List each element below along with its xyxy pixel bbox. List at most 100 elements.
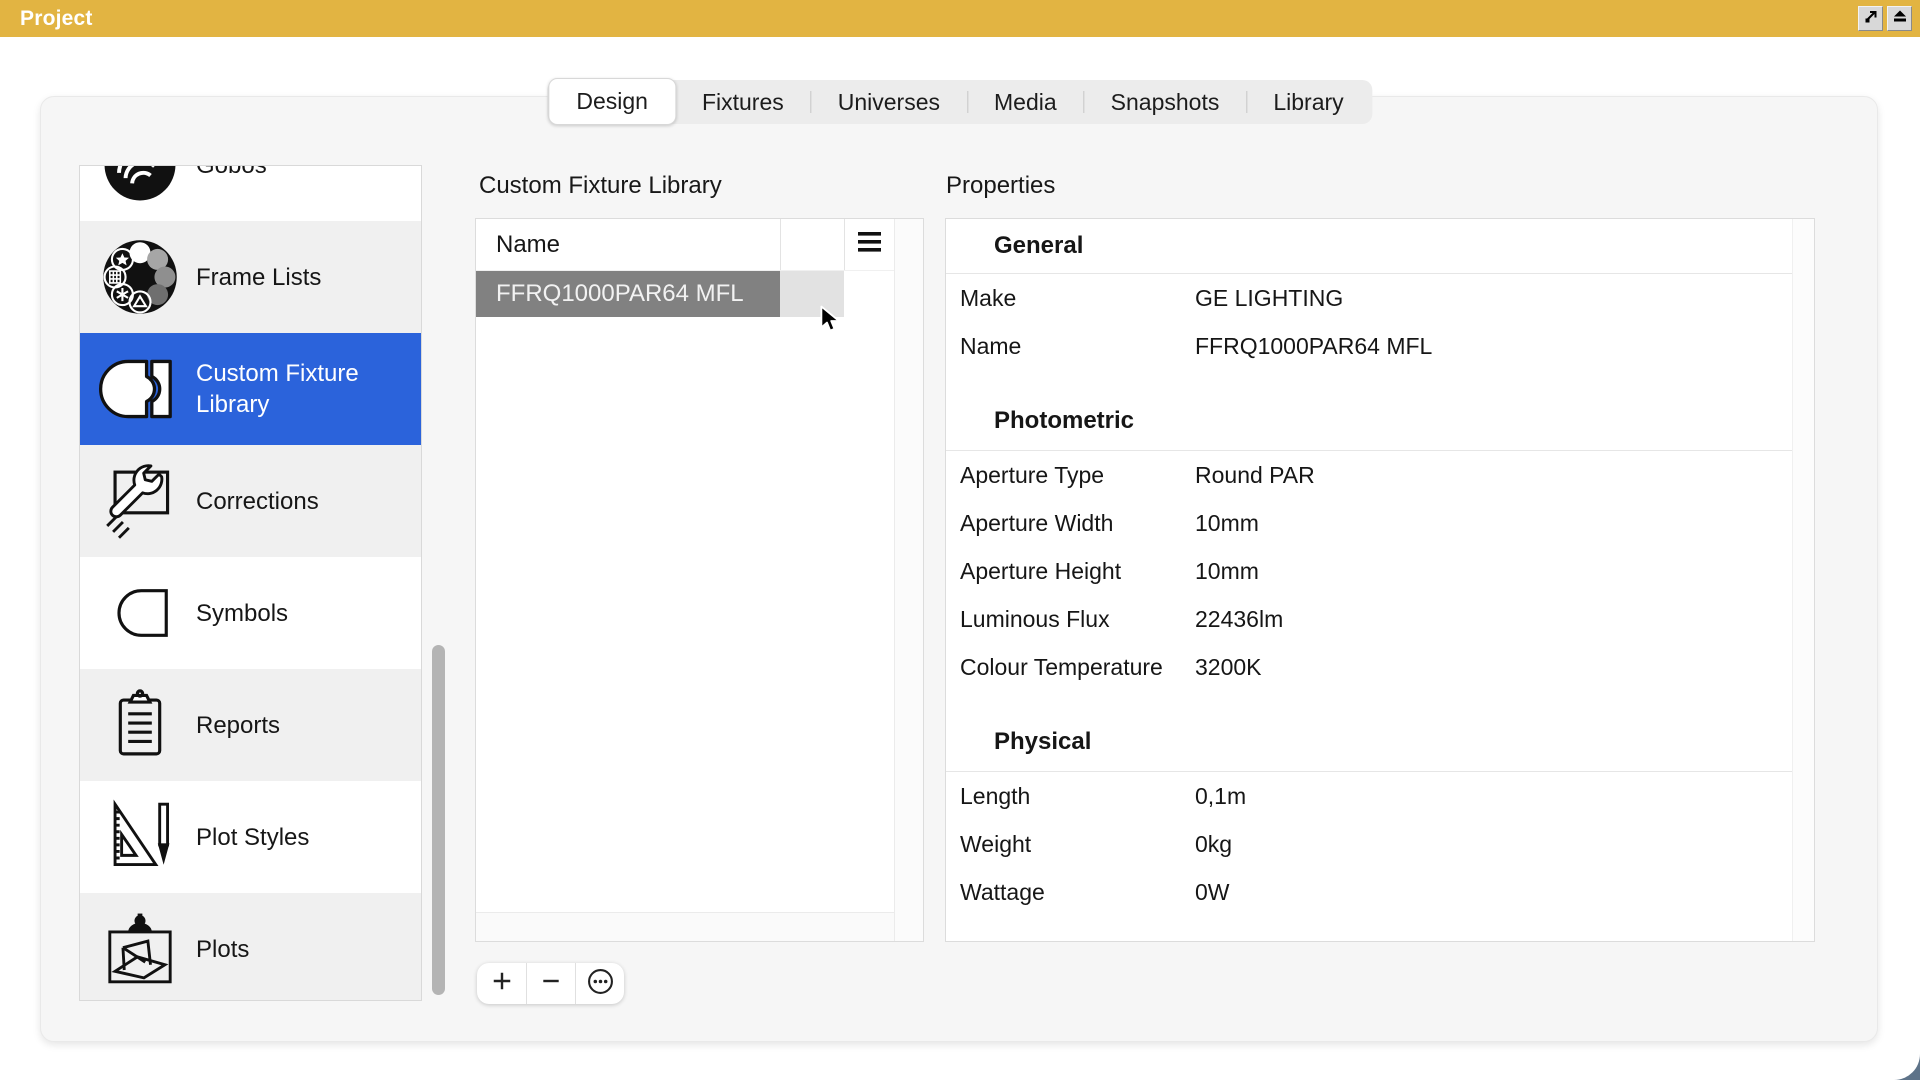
table-body: FFRQ1000PAR64 MFL bbox=[476, 271, 923, 317]
tab-snapshots[interactable]: Snapshots bbox=[1084, 80, 1247, 124]
library-title: Custom Fixture Library bbox=[479, 172, 722, 200]
frame-wheel-icon bbox=[98, 235, 182, 319]
tab-fixtures[interactable]: Fixtures bbox=[675, 80, 811, 124]
property-label: Name bbox=[960, 333, 1195, 360]
sidebar-item-label: Gobos bbox=[196, 165, 267, 181]
property-row: Colour Temperature 3200K bbox=[946, 643, 1792, 691]
stage-plot-icon bbox=[98, 907, 182, 991]
sidebar-scrollbar-thumb[interactable] bbox=[432, 645, 445, 995]
tab-universes[interactable]: Universes bbox=[811, 80, 967, 124]
section-general: General Make GE LIGHTING Name FFRQ1000PA… bbox=[946, 219, 1792, 370]
property-value: Round PAR bbox=[1195, 462, 1792, 489]
tab-label: Universes bbox=[838, 89, 940, 115]
property-value: FFRQ1000PAR64 MFL bbox=[1195, 333, 1792, 360]
library-toolbar bbox=[477, 963, 624, 1004]
tab-label: Snapshots bbox=[1111, 89, 1220, 115]
table-hscrollbar-track[interactable] bbox=[476, 912, 894, 941]
property-value: GE LIGHTING bbox=[1195, 285, 1792, 312]
property-label: Make bbox=[960, 285, 1195, 312]
table-row[interactable]: FFRQ1000PAR64 MFL bbox=[476, 271, 923, 317]
table-menu-button[interactable] bbox=[844, 219, 894, 270]
property-value: 0W bbox=[1195, 879, 1792, 906]
table-cell-menu bbox=[844, 271, 894, 317]
section-photometric: Photometric Aperture Type Round PAR Aper… bbox=[946, 406, 1792, 691]
property-label: Aperture Type bbox=[960, 462, 1195, 489]
gobo-wheel-icon bbox=[98, 165, 182, 207]
section-title: General bbox=[946, 219, 1792, 274]
sidebar-item-corrections[interactable]: Corrections bbox=[80, 445, 421, 557]
wrench-icon bbox=[98, 459, 182, 543]
section-physical: Physical Length 0,1m Weight 0kg Wattage … bbox=[946, 727, 1792, 916]
property-row: Aperture Width 10mm bbox=[946, 499, 1792, 547]
property-row: Aperture Height 10mm bbox=[946, 547, 1792, 595]
hamburger-icon bbox=[858, 231, 881, 258]
add-button[interactable] bbox=[477, 963, 526, 1004]
tab-label: Library bbox=[1273, 89, 1343, 115]
property-value: 10mm bbox=[1195, 558, 1792, 585]
sidebar-item-symbols[interactable]: Symbols bbox=[80, 557, 421, 669]
ellipsis-circle-icon bbox=[587, 968, 614, 1000]
properties-title: Properties bbox=[946, 172, 1055, 200]
properties-panel: General Make GE LIGHTING Name FFRQ1000PA… bbox=[945, 218, 1815, 942]
sidebar: Gobos Frame Lists Custom Fixture Library bbox=[79, 165, 422, 1001]
section-title: Physical bbox=[946, 727, 1792, 772]
custom-fixture-icon bbox=[98, 347, 182, 431]
window-title: Project bbox=[20, 7, 93, 31]
sidebar-item-reports[interactable]: Reports bbox=[80, 669, 421, 781]
tab-label: Fixtures bbox=[702, 89, 784, 115]
sidebar-item-frame-lists[interactable]: Frame Lists bbox=[80, 221, 421, 333]
property-row: Length 0,1m bbox=[946, 772, 1792, 820]
more-button[interactable] bbox=[575, 963, 624, 1004]
property-row: Aperture Type Round PAR bbox=[946, 451, 1792, 499]
property-label: Colour Temperature bbox=[960, 654, 1195, 681]
property-value: 0,1m bbox=[1195, 783, 1792, 810]
minus-icon bbox=[540, 970, 562, 997]
fixture-table: Name FFRQ1000PAR64 MFL bbox=[475, 218, 924, 942]
sidebar-item-plots[interactable]: Plots bbox=[80, 893, 421, 1001]
table-scrollbar-track[interactable] bbox=[894, 219, 923, 941]
sidebar-item-label: Plots bbox=[196, 934, 249, 965]
sidebar-item-custom-fixture-library[interactable]: Custom Fixture Library bbox=[80, 333, 421, 445]
app-window: Project bbox=[0, 0, 1920, 1080]
setsquare-pen-icon bbox=[98, 795, 182, 879]
remove-button[interactable] bbox=[526, 963, 575, 1004]
maximize-button[interactable] bbox=[1858, 6, 1883, 31]
par-symbol-icon bbox=[98, 571, 182, 655]
property-label: Aperture Height bbox=[960, 558, 1195, 585]
tab-library[interactable]: Library bbox=[1246, 80, 1370, 124]
property-label: Weight bbox=[960, 831, 1195, 858]
plus-icon bbox=[491, 970, 513, 997]
eject-icon bbox=[1892, 8, 1908, 29]
sidebar-item-gobos[interactable]: Gobos bbox=[80, 165, 421, 221]
sidebar-item-label: Corrections bbox=[196, 486, 319, 517]
maximize-icon bbox=[1863, 8, 1879, 29]
property-value: 22436lm bbox=[1195, 606, 1792, 633]
property-row: Make GE LIGHTING bbox=[946, 274, 1792, 322]
table-header: Name bbox=[476, 219, 923, 271]
tab-media[interactable]: Media bbox=[967, 80, 1084, 124]
column-header-spare bbox=[780, 219, 844, 270]
property-row: Luminous Flux 22436lm bbox=[946, 595, 1792, 643]
clipboard-icon bbox=[98, 683, 182, 767]
sidebar-item-label: Custom Fixture Library bbox=[196, 358, 392, 420]
property-label: Length bbox=[960, 783, 1195, 810]
properties-scrollbar-track[interactable] bbox=[1792, 219, 1814, 941]
window-controls bbox=[1858, 6, 1912, 31]
table-cell-spare bbox=[780, 271, 844, 317]
property-label: Wattage bbox=[960, 879, 1195, 906]
table-cell-name: FFRQ1000PAR64 MFL bbox=[476, 271, 780, 317]
tab-label: Design bbox=[576, 88, 648, 114]
property-value: 10mm bbox=[1195, 510, 1792, 537]
sidebar-item-label: Symbols bbox=[196, 598, 288, 629]
property-label: Aperture Width bbox=[960, 510, 1195, 537]
main-panel: Gobos Frame Lists Custom Fixture Library bbox=[40, 96, 1878, 1042]
tab-design[interactable]: Design bbox=[548, 78, 676, 125]
title-bar: Project bbox=[0, 0, 1920, 37]
eject-button[interactable] bbox=[1887, 6, 1912, 31]
column-header-name[interactable]: Name bbox=[476, 219, 780, 270]
property-row: Weight 0kg bbox=[946, 820, 1792, 868]
sidebar-item-plot-styles[interactable]: Plot Styles bbox=[80, 781, 421, 893]
tab-label: Media bbox=[994, 89, 1057, 115]
sidebar-item-label: Reports bbox=[196, 710, 280, 741]
property-value: 0kg bbox=[1195, 831, 1792, 858]
